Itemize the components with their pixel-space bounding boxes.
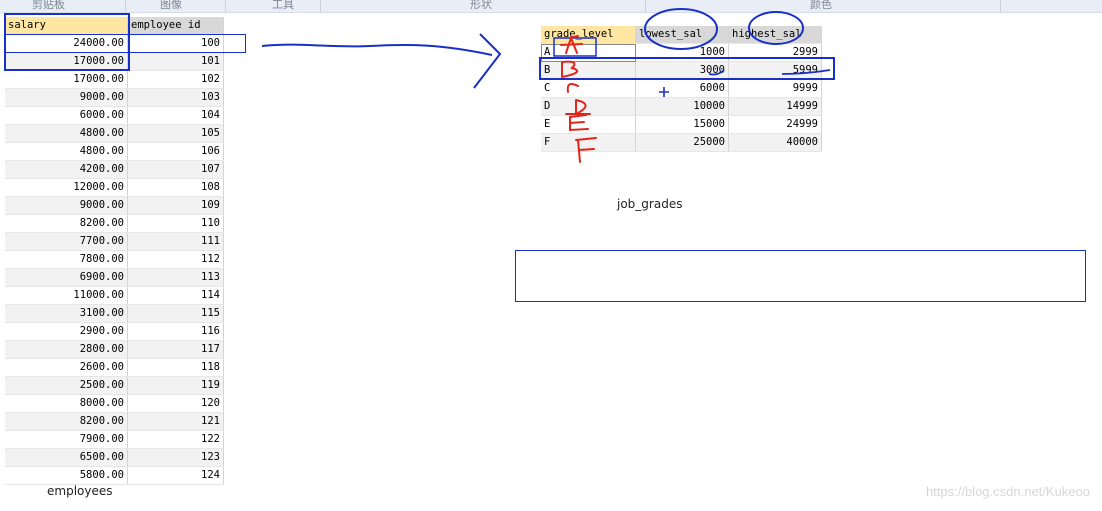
underline-5999 <box>781 69 831 75</box>
handwritten-letter-b <box>561 60 579 78</box>
arrow-head-icon <box>473 33 502 89</box>
crosshair-cursor-icon <box>659 87 669 97</box>
underline-3000 <box>708 69 725 76</box>
handwritten-letter-d <box>565 99 591 115</box>
handwritten-letter-e <box>569 114 589 132</box>
ink-annotations <box>261 8 831 163</box>
circle-highest-sal <box>748 11 804 45</box>
handwritten-letter-c <box>566 83 579 93</box>
circle-lowest-sal <box>644 8 718 50</box>
handwritten-letter-f <box>575 137 597 163</box>
watermark: https://blog.csdn.net/Kukeoo <box>925 484 1090 499</box>
arrow-line <box>261 43 493 56</box>
